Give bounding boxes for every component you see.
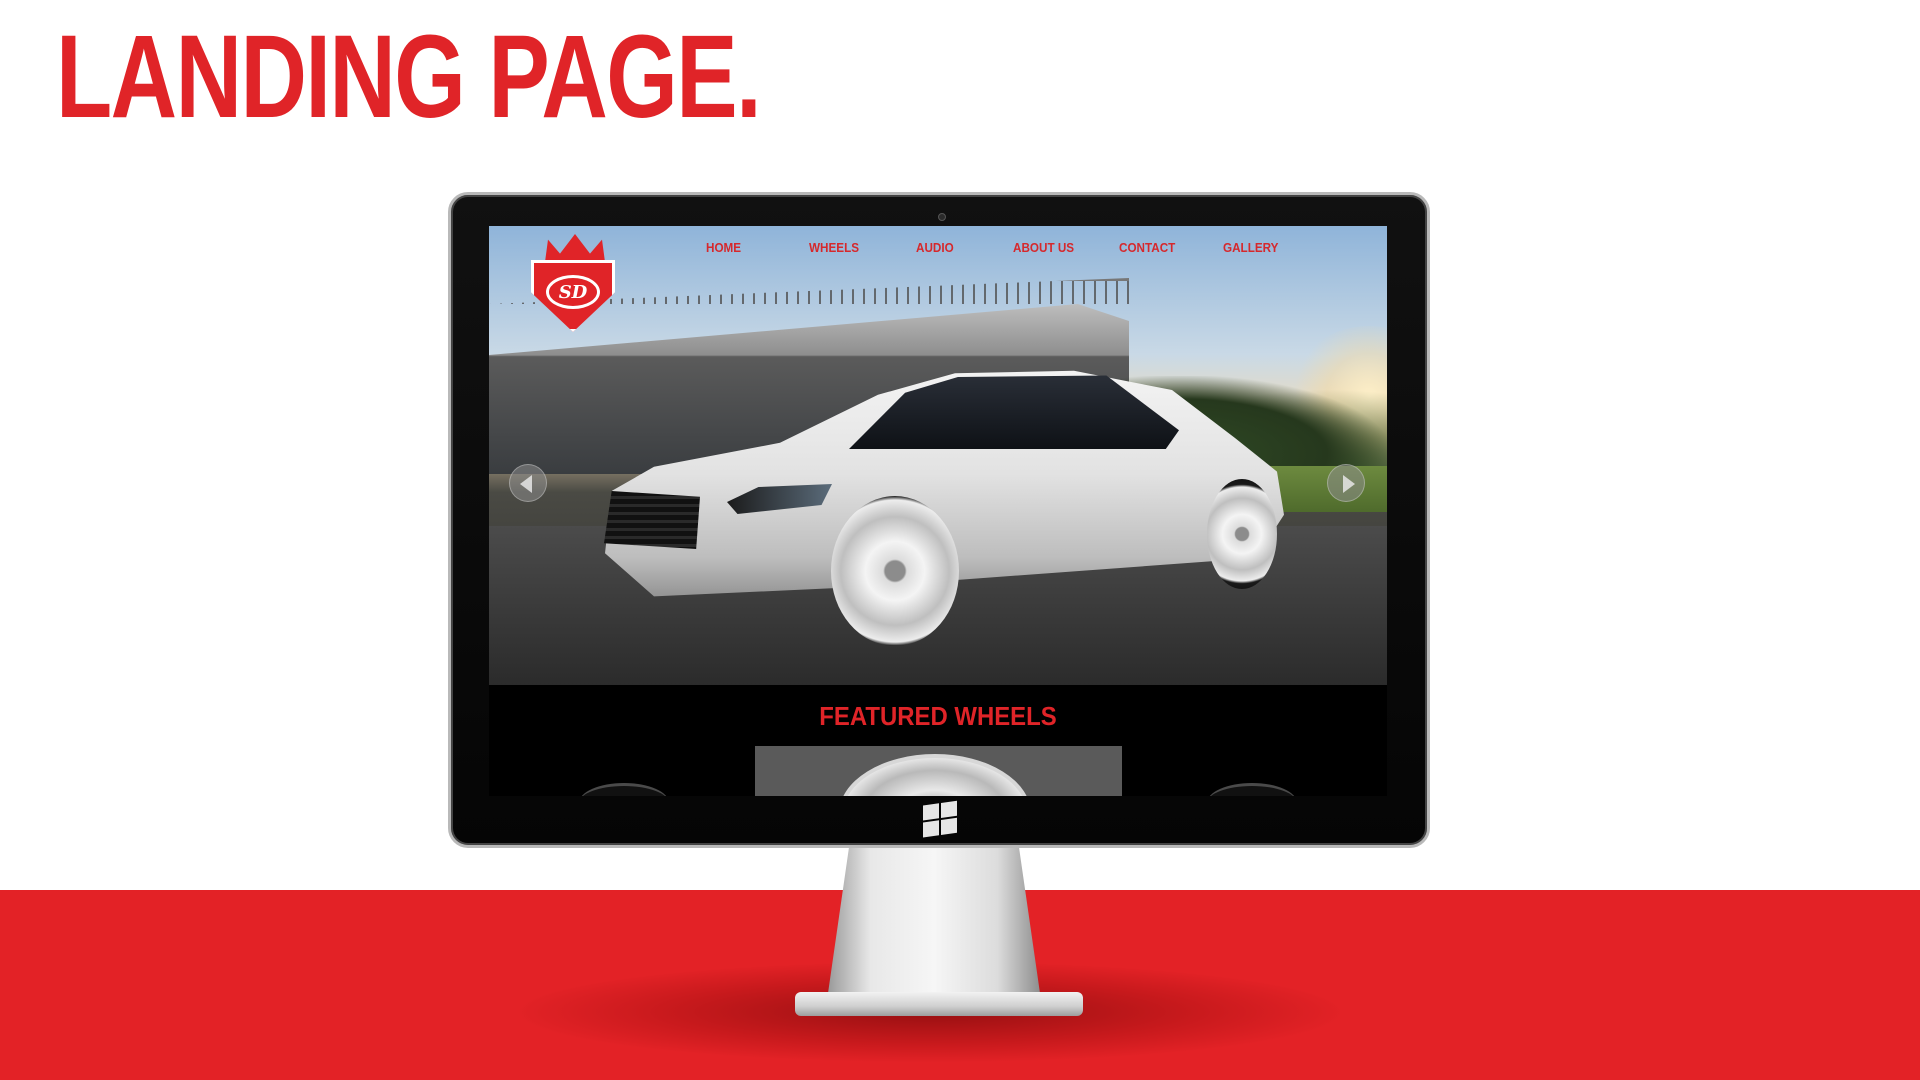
nav-wheels[interactable]: WHEELS [809, 240, 859, 255]
hero-banner: SD HOME WHEELS AUDIO ABOUT US CONTACT GA… [489, 226, 1387, 685]
webcam-icon [938, 213, 946, 221]
nav-home[interactable]: HOME [706, 240, 741, 255]
car-front-wheel [831, 496, 959, 646]
car-rear-wheel [1207, 479, 1277, 589]
shield-logo-icon: SD [531, 260, 615, 332]
website-screen: SD HOME WHEELS AUDIO ABOUT US CONTACT GA… [489, 226, 1387, 796]
nav-contact[interactable]: CONTACT [1119, 240, 1175, 255]
featured-wheel-left[interactable] [579, 783, 669, 796]
monitor-stand-base [795, 992, 1083, 1016]
arrow-right-icon[interactable] [1327, 464, 1365, 502]
nav-gallery[interactable]: GALLERY [1223, 240, 1278, 255]
nav-about-us[interactable]: ABOUT US [1013, 240, 1074, 255]
logo-monogram: SD [546, 275, 600, 309]
arrow-left-icon[interactable] [509, 464, 547, 502]
main-nav: HOME WHEELS AUDIO ABOUT US CONTACT GALLE… [489, 240, 1387, 260]
featured-wheel-card[interactable] [755, 746, 1122, 796]
featured-wheel-right[interactable] [1207, 783, 1297, 796]
featured-wheel-image [839, 754, 1031, 796]
featured-wheels-heading: FEATURED WHEELS [819, 701, 1057, 731]
monitor-frame: SD HOME WHEELS AUDIO ABOUT US CONTACT GA… [448, 192, 1430, 848]
monitor-stand [828, 846, 1040, 994]
windows-logo-icon [923, 800, 959, 839]
slide-title: LANDING PAGE. [56, 11, 762, 143]
car-grille [604, 491, 700, 549]
nav-audio[interactable]: AUDIO [916, 240, 954, 255]
